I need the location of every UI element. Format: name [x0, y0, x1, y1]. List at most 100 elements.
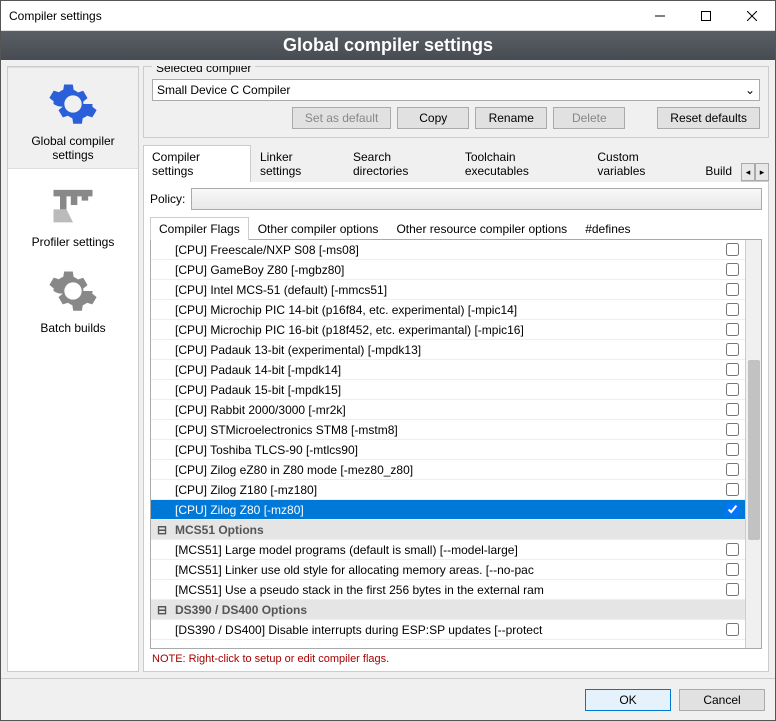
flag-checkbox[interactable]	[726, 343, 739, 356]
flag-label: [MCS51] Large model programs (default is…	[171, 543, 719, 557]
flag-category[interactable]: ⊟MCS51 Options	[151, 520, 745, 540]
flag-label: [CPU] Padauk 14-bit [-mpdk14]	[171, 363, 719, 377]
flag-row[interactable]: [CPU] Microchip PIC 14-bit (p16f84, etc.…	[151, 300, 745, 320]
flag-label: [CPU] Zilog eZ80 in Z80 mode [-mez80_z80…	[171, 463, 719, 477]
scrollbar[interactable]	[745, 240, 761, 648]
titlebar: Compiler settings	[1, 1, 775, 31]
flag-row[interactable]: [CPU] Padauk 13-bit (experimental) [-mpd…	[151, 340, 745, 360]
flag-checkbox[interactable]	[726, 263, 739, 276]
tab-search-directories[interactable]: Search directories	[344, 145, 456, 182]
category-label: MCS51 Options	[171, 523, 745, 537]
flag-checkbox[interactable]	[726, 283, 739, 296]
tab-custom-variables[interactable]: Custom variables	[588, 145, 696, 182]
flag-row[interactable]: [CPU] Rabbit 2000/3000 [-mr2k]	[151, 400, 745, 420]
flag-label: [DS390 / DS400] Disable interrupts durin…	[171, 623, 719, 637]
flag-checkbox[interactable]	[726, 323, 739, 336]
sidebar-item-batch[interactable]: Batch builds	[8, 255, 138, 341]
flag-checkbox[interactable]	[726, 463, 739, 476]
chevron-down-icon: ⌄	[745, 83, 755, 97]
flag-checkbox[interactable]	[726, 543, 739, 556]
subtab-compiler-flags[interactable]: Compiler Flags	[150, 217, 249, 240]
sidebar-item-label: Profiler settings	[10, 235, 136, 249]
tab-scroll-left[interactable]: ◂	[741, 163, 755, 181]
flag-checkbox[interactable]	[726, 403, 739, 416]
collapse-icon[interactable]: ⊟	[157, 523, 171, 537]
flag-row[interactable]: [CPU] Microchip PIC 16-bit (p18f452, etc…	[151, 320, 745, 340]
flag-row[interactable]: [CPU] Zilog Z80 [-mz80]	[151, 500, 745, 520]
flag-checkbox[interactable]	[726, 623, 739, 636]
sidebar-item-profiler[interactable]: Profiler settings	[8, 169, 138, 255]
flag-checkbox[interactable]	[726, 423, 739, 436]
main-tabs: Compiler settingsLinker settingsSearch d…	[143, 144, 769, 182]
page-header: Global compiler settings	[1, 31, 775, 60]
flag-row[interactable]: [DS390 / DS400] Disable interrupts durin…	[151, 620, 745, 640]
profiler-icon	[43, 177, 103, 233]
maximize-button[interactable]	[683, 1, 729, 31]
flag-label: [MCS51] Use a pseudo stack in the first …	[171, 583, 719, 597]
group-label: Selected compiler	[152, 66, 255, 75]
flag-row[interactable]: [CPU] Padauk 15-bit [-mpdk15]	[151, 380, 745, 400]
global-icon	[43, 76, 103, 132]
sidebar-item-label: Batch builds	[10, 321, 136, 335]
flag-checkbox[interactable]	[726, 383, 739, 396]
scrollbar-thumb[interactable]	[748, 360, 760, 540]
flag-checkbox[interactable]	[726, 583, 739, 596]
tab-toolchain-executables[interactable]: Toolchain executables	[456, 145, 589, 182]
tab-build[interactable]: Build	[696, 159, 741, 182]
cancel-button[interactable]: Cancel	[679, 689, 765, 711]
window-title: Compiler settings	[9, 9, 637, 23]
flag-label: [CPU] Microchip PIC 16-bit (p18f452, etc…	[171, 323, 719, 337]
flag-row[interactable]: [MCS51] Use a pseudo stack in the first …	[151, 580, 745, 600]
flag-label: [CPU] Zilog Z180 [-mz180]	[171, 483, 719, 497]
copy-button[interactable]: Copy	[397, 107, 469, 129]
sidebar-item-global[interactable]: Global compiler settings	[8, 67, 138, 169]
rename-button[interactable]: Rename	[475, 107, 547, 129]
delete-button[interactable]: Delete	[553, 107, 625, 129]
batch-icon	[43, 263, 103, 319]
minimize-button[interactable]	[637, 1, 683, 31]
flag-checkbox[interactable]	[726, 363, 739, 376]
compiler-dropdown[interactable]: Small Device C Compiler ⌄	[152, 79, 760, 101]
flag-row[interactable]: [CPU] Zilog eZ80 in Z80 mode [-mez80_z80…	[151, 460, 745, 480]
flag-checkbox[interactable]	[726, 483, 739, 496]
flag-row[interactable]: [MCS51] Large model programs (default is…	[151, 540, 745, 560]
flags-note: NOTE: Right-click to setup or edit compi…	[150, 649, 762, 665]
flag-checkbox[interactable]	[726, 303, 739, 316]
flag-row[interactable]: [CPU] Padauk 14-bit [-mpdk14]	[151, 360, 745, 380]
flag-label: [CPU] STMicroelectronics STM8 [-mstm8]	[171, 423, 719, 437]
sub-tabs: Compiler FlagsOther compiler optionsOthe…	[150, 216, 762, 240]
category-label: DS390 / DS400 Options	[171, 603, 745, 617]
flags-tree[interactable]: [CPU] Freescale/NXP S08 [-ms08] [CPU] Gam…	[151, 240, 745, 648]
flag-label: [MCS51] Linker use old style for allocat…	[171, 563, 719, 577]
flag-checkbox[interactable]	[726, 243, 739, 256]
subtab-other-compiler-options[interactable]: Other compiler options	[249, 217, 388, 240]
flag-checkbox[interactable]	[726, 503, 739, 516]
flag-label: [CPU] Intel MCS-51 (default) [-mmcs51]	[171, 283, 719, 297]
flag-row[interactable]: [CPU] GameBoy Z80 [-mgbz80]	[151, 260, 745, 280]
sidebar-item-label: Global compiler settings	[10, 134, 136, 162]
flag-row[interactable]: [CPU] STMicroelectronics STM8 [-mstm8]	[151, 420, 745, 440]
tab-compiler-settings[interactable]: Compiler settings	[143, 145, 251, 182]
close-button[interactable]	[729, 1, 775, 31]
set-default-button[interactable]: Set as default	[292, 107, 391, 129]
flag-row[interactable]: [MCS51] Linker use old style for allocat…	[151, 560, 745, 580]
flag-row[interactable]: [CPU] Zilog Z180 [-mz180]	[151, 480, 745, 500]
subtab--defines[interactable]: #defines	[576, 217, 639, 240]
flag-checkbox[interactable]	[726, 443, 739, 456]
flag-label: [CPU] Freescale/NXP S08 [-ms08]	[171, 243, 719, 257]
flag-row[interactable]: [CPU] Freescale/NXP S08 [-ms08]	[151, 240, 745, 260]
subtab-other-resource-compiler-options[interactable]: Other resource compiler options	[387, 217, 576, 240]
selected-compiler-group: Selected compiler Small Device C Compile…	[143, 66, 769, 138]
flag-category[interactable]: ⊟DS390 / DS400 Options	[151, 600, 745, 620]
collapse-icon[interactable]: ⊟	[157, 603, 171, 617]
flag-row[interactable]: [CPU] Toshiba TLCS-90 [-mtlcs90]	[151, 440, 745, 460]
flag-label: [CPU] Padauk 15-bit [-mpdk15]	[171, 383, 719, 397]
policy-dropdown[interactable]	[191, 188, 762, 210]
ok-button[interactable]: OK	[585, 689, 671, 711]
tab-scroll-right[interactable]: ▸	[755, 163, 769, 181]
flag-label: [CPU] Zilog Z80 [-mz80]	[171, 503, 719, 517]
flag-row[interactable]: [CPU] Intel MCS-51 (default) [-mmcs51]	[151, 280, 745, 300]
reset-defaults-button[interactable]: Reset defaults	[657, 107, 760, 129]
tab-linker-settings[interactable]: Linker settings	[251, 145, 344, 182]
flag-checkbox[interactable]	[726, 563, 739, 576]
